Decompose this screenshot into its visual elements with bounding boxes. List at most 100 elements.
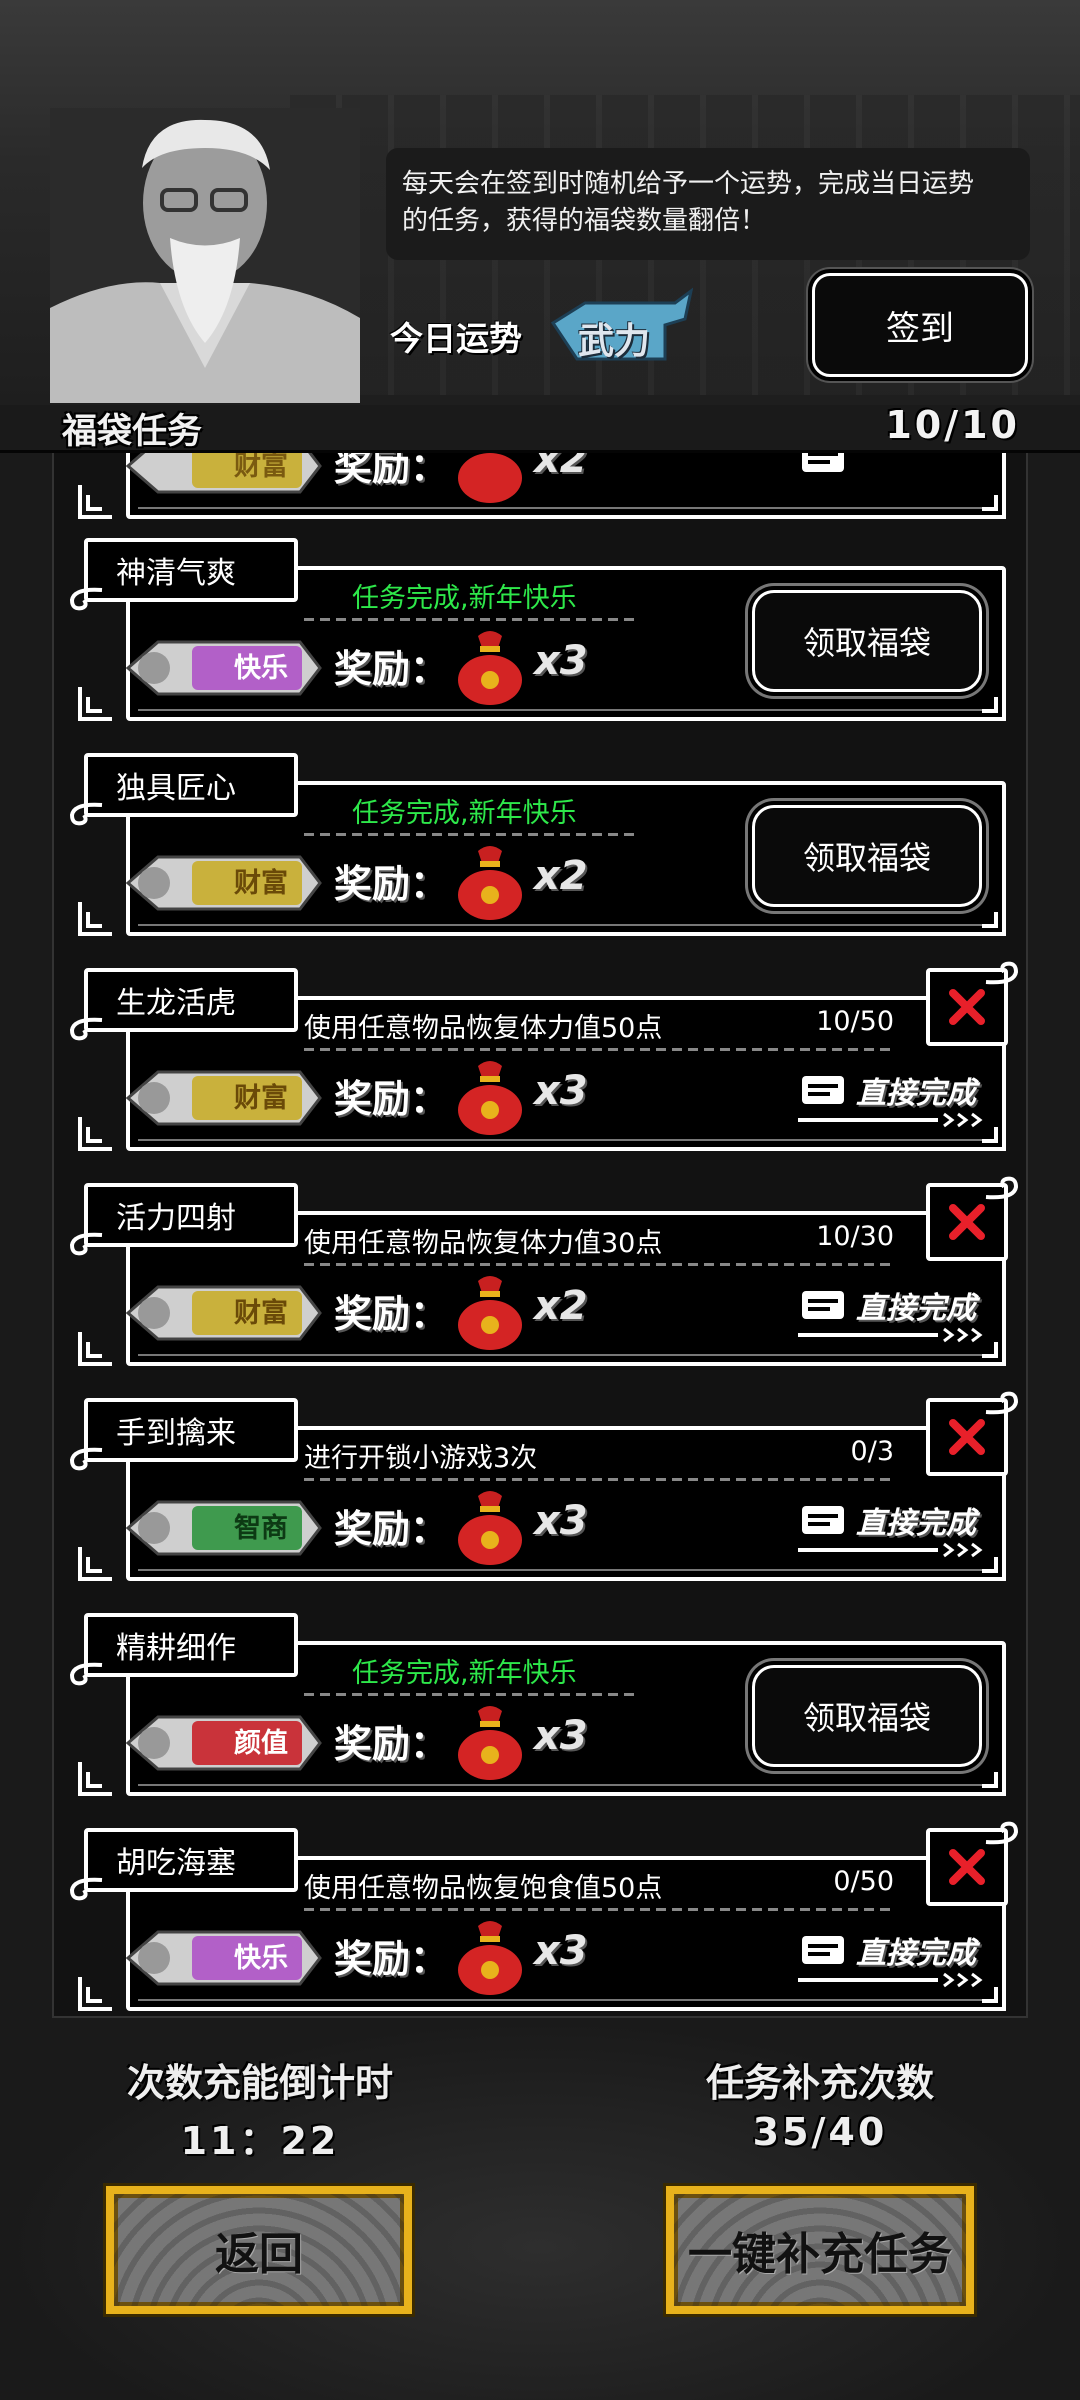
ticket-icon bbox=[802, 1076, 844, 1104]
arrows-icon bbox=[798, 1112, 983, 1128]
arrows-icon bbox=[798, 1327, 983, 1343]
direct-complete-button[interactable]: 直接完成 bbox=[798, 1068, 994, 1128]
arrows-icon bbox=[798, 1542, 983, 1558]
corner-ornament bbox=[78, 485, 112, 519]
ticket-icon bbox=[802, 1506, 844, 1534]
task-title: 独具匠心 bbox=[84, 753, 298, 817]
category-label: 快乐 bbox=[234, 653, 288, 684]
category-label-icon bbox=[125, 453, 322, 494]
dashed-line bbox=[304, 1048, 894, 1051]
old-man-portrait-icon bbox=[50, 108, 360, 403]
scroll-curl-icon bbox=[985, 961, 1019, 985]
close-x-icon bbox=[949, 989, 985, 1025]
fortune-label: 今日运势 bbox=[390, 319, 522, 358]
category-label-icon bbox=[125, 855, 322, 911]
task-title: 胡吃海塞 bbox=[84, 1828, 298, 1892]
corner-ornament bbox=[972, 687, 1006, 721]
reward-multiplier: x3 bbox=[534, 1713, 588, 1759]
task-progress: 0/50 bbox=[833, 1866, 894, 1897]
direct-complete-label: 直接完成 bbox=[856, 1291, 976, 1326]
dashed-line bbox=[304, 1908, 894, 1911]
task-progress: 0/3 bbox=[850, 1436, 894, 1467]
close-x-icon bbox=[949, 1419, 985, 1455]
direct-complete-button[interactable]: 直接完成 bbox=[798, 1283, 994, 1343]
task-progress: 10/50 bbox=[816, 1006, 894, 1037]
claim-bag-button[interactable]: 领取福袋 bbox=[752, 805, 982, 907]
lucky-bag-icon bbox=[458, 631, 522, 705]
task-card: 胡吃海塞 使用任意物品恢复饱食值50点 0/50 快乐 奖励： x3 直接完成 bbox=[69, 1821, 1019, 2013]
scroll-curl-icon bbox=[69, 587, 103, 611]
reward-label: 奖励： bbox=[334, 862, 449, 906]
refill-all-button[interactable]: 一键补充任务 bbox=[666, 2186, 974, 2314]
lucky-bag-icon bbox=[458, 1491, 522, 1565]
corner-ornament bbox=[972, 1762, 1006, 1796]
reward-multiplier: x3 bbox=[534, 1498, 588, 1544]
claim-bag-button[interactable]: 领取福袋 bbox=[752, 590, 982, 692]
lucky-bag-icon bbox=[458, 846, 522, 920]
header-panel: 每天会在签到时随机给予一个运势，完成当日运势 的任务，获得的福袋数量翻倍！ 今日… bbox=[0, 0, 1080, 405]
reward-multiplier: x2 bbox=[534, 853, 588, 899]
back-button[interactable]: 返回 bbox=[106, 2186, 412, 2314]
scroll-curl-icon bbox=[69, 1232, 103, 1256]
corner-ornament bbox=[972, 1332, 1006, 1366]
category-label: 财富 bbox=[234, 868, 288, 899]
fortune-value: 武力 bbox=[578, 321, 651, 362]
refill-count-value: 35/40 bbox=[752, 2110, 888, 2154]
task-title: 活力四射 bbox=[84, 1183, 298, 1247]
reward-multiplier: x3 bbox=[534, 1068, 588, 1114]
corner-ornament bbox=[972, 1117, 1006, 1151]
reward-label: 奖励： bbox=[334, 1077, 449, 1121]
countdown-label: 次数充能倒计时 bbox=[126, 2061, 393, 2105]
reward-label: 奖励： bbox=[334, 1722, 449, 1766]
category-label: 财富 bbox=[234, 453, 288, 482]
reward-multiplier: x2 bbox=[534, 1283, 588, 1329]
scroll-curl-icon bbox=[985, 1176, 1019, 1200]
dashed-line bbox=[304, 1478, 894, 1481]
direct-complete-button[interactable]: 直接完成 bbox=[798, 1498, 994, 1558]
scroll-curl-icon bbox=[69, 1017, 103, 1041]
task-card: 精耕细作 任务完成,新年快乐 颜值 奖励： x3 领取福袋 bbox=[69, 1613, 1008, 1798]
ticket-icon bbox=[802, 1291, 844, 1319]
corner-ornament bbox=[972, 1977, 1006, 2011]
task-list[interactable]: 财富 奖励： x2 神清气爽 任务完成,新年快乐 快乐 奖励： x3 领取福袋 … bbox=[52, 453, 1028, 2018]
task-card: 独具匠心 任务完成,新年快乐 财富 奖励： x2 领取福袋 bbox=[69, 753, 1008, 938]
dashed-line bbox=[304, 618, 634, 621]
scroll-curl-icon bbox=[69, 802, 103, 826]
direct-complete-button[interactable]: 直接完成 bbox=[798, 1928, 994, 1988]
direct-complete-button[interactable] bbox=[798, 453, 994, 496]
lucky-bag-icon bbox=[458, 1276, 522, 1350]
task-title: 神清气爽 bbox=[84, 538, 298, 602]
task-title: 手到擒来 bbox=[84, 1398, 298, 1462]
ticket-icon bbox=[802, 453, 844, 472]
corner-ornament bbox=[78, 1762, 112, 1796]
task-card: 神清气爽 任务完成,新年快乐 快乐 奖励： x3 领取福袋 bbox=[69, 538, 1008, 723]
claim-bag-button[interactable]: 领取福袋 bbox=[752, 1665, 982, 1767]
section-title: 福袋任务 bbox=[62, 412, 203, 452]
category-label-icon bbox=[125, 1070, 322, 1126]
category-label-icon bbox=[125, 1500, 322, 1556]
close-x-icon bbox=[949, 1849, 985, 1885]
category-label-icon bbox=[125, 1930, 322, 1986]
lucky-bag-icon bbox=[458, 453, 522, 503]
signin-button[interactable]: 签到 bbox=[812, 273, 1028, 377]
task-card: 财富 奖励： x2 bbox=[76, 453, 1008, 521]
corner-ornament bbox=[78, 687, 112, 721]
task-card: 手到擒来 进行开锁小游戏3次 0/3 智商 奖励： x3 直接完成 bbox=[69, 1391, 1019, 1583]
scroll-curl-icon bbox=[985, 1821, 1019, 1845]
corner-ornament bbox=[78, 1117, 112, 1151]
hint-bubble: 每天会在签到时随机给予一个运势，完成当日运势 的任务，获得的福袋数量翻倍！ bbox=[386, 148, 1030, 260]
reward-multiplier: x3 bbox=[534, 638, 588, 684]
task-card: 活力四射 使用任意物品恢复体力值30点 10/30 财富 奖励： x2 直接完成 bbox=[69, 1176, 1019, 1368]
category-label-icon bbox=[125, 1285, 322, 1341]
arrows-icon bbox=[798, 1972, 983, 1988]
scroll-curl-icon bbox=[69, 1447, 103, 1471]
reward-label: 奖励： bbox=[334, 1292, 449, 1336]
close-x-icon bbox=[949, 1204, 985, 1240]
corner-ornament bbox=[78, 1547, 112, 1581]
dashed-line bbox=[304, 1693, 634, 1696]
hint-text-line2: 的任务，获得的福袋数量翻倍！ bbox=[402, 206, 767, 236]
reward-multiplier: x2 bbox=[534, 453, 588, 482]
corner-ornament bbox=[972, 1547, 1006, 1581]
task-title: 精耕细作 bbox=[84, 1613, 298, 1677]
direct-complete-label: 直接完成 bbox=[856, 1506, 976, 1541]
